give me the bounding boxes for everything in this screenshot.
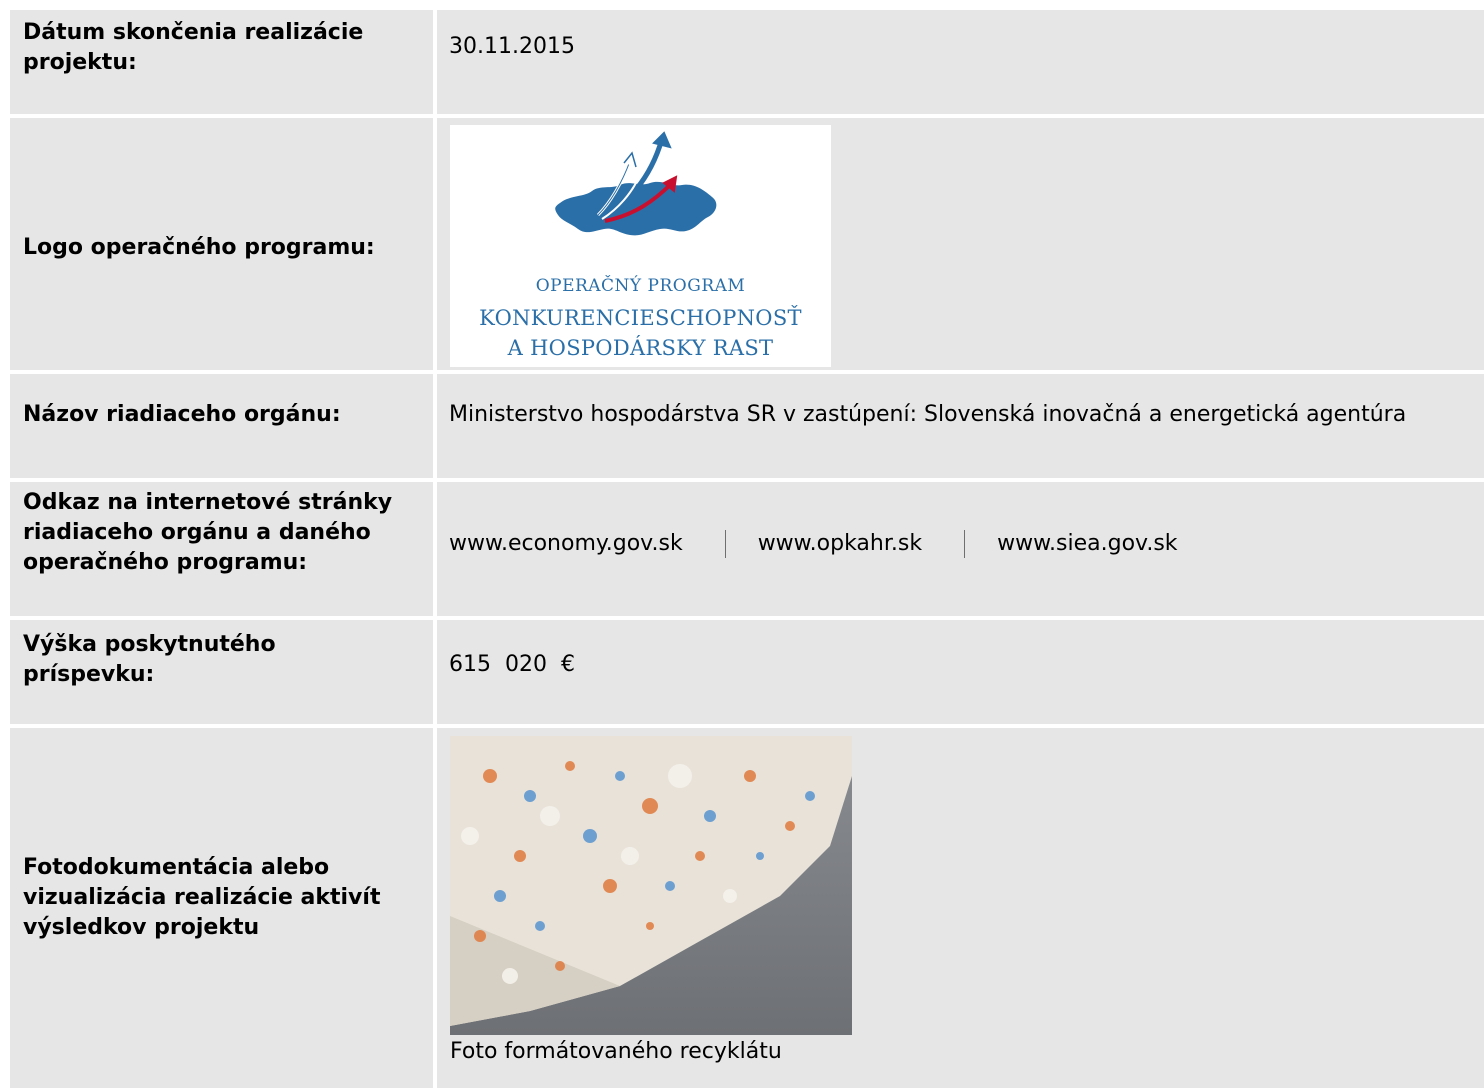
row-links: Odkaz na internetové stránky riadiaceho … (10, 482, 1484, 616)
photo-cell: Foto formátovaného recyklátu (437, 728, 1484, 1088)
recyclate-photo (450, 736, 852, 1035)
website-links: www.economy.gov.sk www.opkahr.sk www.sie… (449, 529, 1178, 559)
row-end-date: Dátum skončenia realizácie projektu: 30.… (10, 10, 1484, 114)
logo-text-line2: KONKURENCIESCHOPNOSŤ (479, 306, 802, 330)
slovakia-map-icon (555, 131, 717, 236)
links-label: Odkaz na internetové stránky riadiaceho … (10, 482, 433, 616)
row-amount: Výška poskytnutého príspevku: 615 020 € (10, 620, 1484, 724)
link-separator (724, 530, 726, 558)
end-date-label: Dátum skončenia realizácie projektu: (10, 10, 433, 114)
end-date-value: 30.11.2015 (437, 10, 1484, 114)
link-separator (964, 530, 966, 558)
row-logo: Logo operačného programu: OPERAČNÝ PROGR… (10, 118, 1484, 370)
logo-cell: OPERAČNÝ PROGRAM KONKURENCIESCHOPNOSŤ A … (437, 118, 1484, 370)
row-photo: Fotodokumentácia alebo vizualizácia real… (10, 728, 1484, 1088)
photo-caption: Foto formátovaného recyklátu (450, 1039, 782, 1064)
photo-label: Fotodokumentácia alebo vizualizácia real… (10, 728, 433, 1088)
link-economy[interactable]: www.economy.gov.sk (449, 529, 683, 559)
logo-text-line1: OPERAČNÝ PROGRAM (535, 276, 746, 296)
project-info-table: Dátum skončenia realizácie projektu: 30.… (10, 10, 1484, 1092)
authority-value: Ministerstvo hospodárstva SR v zastúpení… (437, 374, 1484, 478)
amount-value: 615 020 € (437, 620, 1484, 724)
links-cell: www.economy.gov.sk www.opkahr.sk www.sie… (437, 482, 1484, 616)
row-authority: Názov riadiaceho orgánu: Ministerstvo ho… (10, 374, 1484, 478)
link-opkahr[interactable]: www.opkahr.sk (758, 529, 922, 559)
amount-label: Výška poskytnutého príspevku: (10, 620, 433, 724)
logo-text-line3: A HOSPODÁRSKY RAST (507, 336, 774, 360)
operational-program-logo: OPERAČNÝ PROGRAM KONKURENCIESCHOPNOSŤ A … (450, 125, 831, 367)
authority-label: Názov riadiaceho orgánu: (10, 374, 433, 478)
logo-label: Logo operačného programu: (10, 118, 433, 370)
link-siea[interactable]: www.siea.gov.sk (997, 529, 1177, 559)
